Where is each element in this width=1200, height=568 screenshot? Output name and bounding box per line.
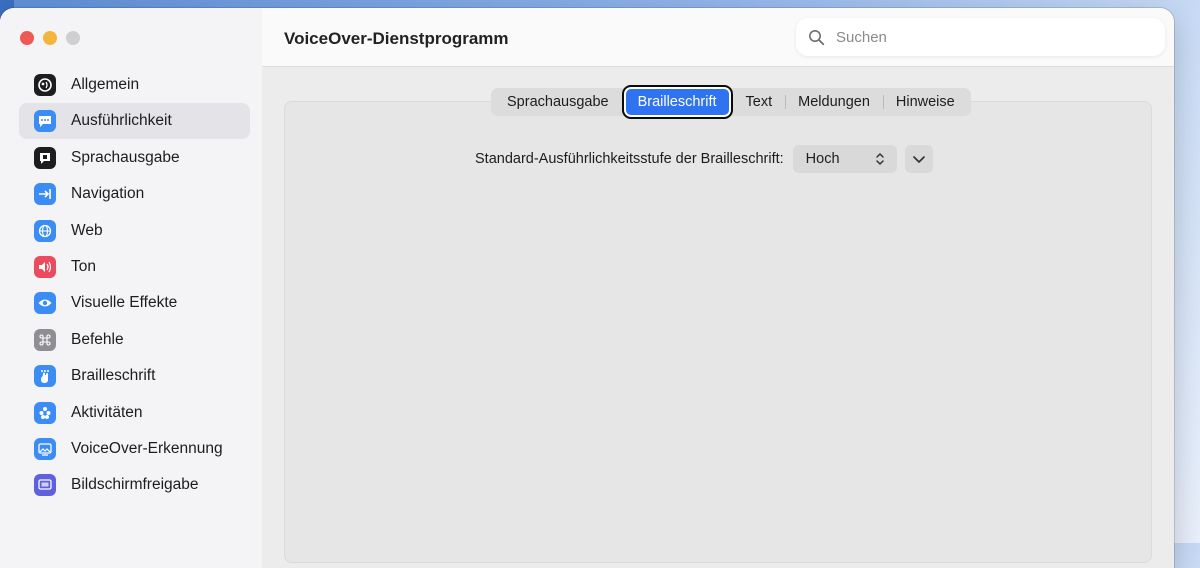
sidebar-item-aktivitaeten[interactable]: Aktivitäten xyxy=(19,395,250,431)
sidebar-item-label: VoiceOver-Erkennung xyxy=(71,439,223,457)
tab-brailleschrift[interactable]: Brailleschrift xyxy=(625,89,729,115)
main-content: Sprachausgabe Brailleschrift Text Meldun… xyxy=(262,67,1174,568)
sidebar-item-label: Brailleschrift xyxy=(71,367,156,385)
sidebar-item-label: Sprachausgabe xyxy=(71,148,180,166)
tab-hinweise[interactable]: Hinweise xyxy=(882,89,968,115)
sidebar-list: Allgemein Ausführlichkeit Sprachausgabe … xyxy=(19,67,250,504)
arrow-right-to-line-icon xyxy=(34,183,56,206)
sidebar-item-brailleschrift[interactable]: Brailleschrift xyxy=(19,358,250,394)
sidebar-item-befehle[interactable]: Befehle xyxy=(19,322,250,358)
braille-hand-icon xyxy=(34,365,56,388)
chevron-down-icon xyxy=(912,156,925,163)
up-down-chevron-icon xyxy=(875,153,884,165)
sidebar-item-label: Ton xyxy=(71,257,96,275)
sidebar-item-sprachausgabe[interactable]: Sprachausgabe xyxy=(19,140,250,176)
globe-icon xyxy=(34,219,56,242)
zoom-button[interactable] xyxy=(66,31,80,45)
sidebar-item-ton[interactable]: Ton xyxy=(19,249,250,285)
sidebar-item-web[interactable]: Web xyxy=(19,213,250,249)
sidebar-item-visuelle-effekte[interactable]: Visuelle Effekte xyxy=(19,285,250,321)
braille-verbosity-label: Standard-Ausführlichkeitsstufe der Brail… xyxy=(475,151,784,167)
command-icon xyxy=(34,328,56,351)
sidebar-item-label: Befehle xyxy=(71,330,124,348)
tab-sprachausgabe[interactable]: Sprachausgabe xyxy=(494,89,622,115)
tab-text[interactable]: Text xyxy=(733,89,786,115)
sidebar-item-label: Web xyxy=(71,221,103,239)
sidebar-item-label: Ausführlichkeit xyxy=(71,112,172,130)
select-value: Hoch xyxy=(805,151,840,167)
search-icon xyxy=(809,29,825,45)
sidebar-item-navigation[interactable]: Navigation xyxy=(19,176,250,212)
speech-bubble-icon xyxy=(34,110,56,133)
tab-bar: Sprachausgabe Brailleschrift Text Meldun… xyxy=(491,88,971,116)
app-window: Allgemein Ausführlichkeit Sprachausgabe … xyxy=(0,8,1174,568)
window-controls xyxy=(20,31,80,45)
window-title: VoiceOver-Dienstprogramm xyxy=(284,29,509,48)
activities-icon xyxy=(34,401,56,424)
speech-icon xyxy=(34,146,56,169)
screen-sharing-icon xyxy=(34,474,56,497)
tab-meldungen[interactable]: Meldungen xyxy=(785,89,883,115)
sidebar-item-label: Bildschirmfreigabe xyxy=(71,476,199,494)
braille-verbosity-row: Standard-Ausführlichkeitsstufe der Brail… xyxy=(475,145,933,173)
recognition-icon xyxy=(34,437,56,460)
disclosure-button[interactable] xyxy=(904,145,933,173)
sidebar-item-ausfuehrlichkeit[interactable]: Ausführlichkeit xyxy=(19,103,250,140)
sidebar-item-label: Allgemein xyxy=(71,76,140,93)
eye-icon xyxy=(34,292,56,315)
title-bar: VoiceOver-Dienstprogramm xyxy=(262,8,1174,67)
braille-verbosity-select[interactable]: Hoch xyxy=(792,145,897,173)
voiceover-icon xyxy=(34,74,56,96)
sidebar-item-label: Aktivitäten xyxy=(71,403,143,421)
search-input[interactable] xyxy=(834,27,1138,47)
minimize-button[interactable] xyxy=(43,31,57,45)
search-field[interactable] xyxy=(796,18,1165,56)
close-button[interactable] xyxy=(20,31,34,45)
sidebar-item-label: Visuelle Effekte xyxy=(71,294,178,312)
sidebar: Allgemein Ausführlichkeit Sprachausgabe … xyxy=(0,8,263,568)
speaker-icon xyxy=(34,255,56,278)
sidebar-item-label: Navigation xyxy=(71,185,145,203)
settings-panel: Sprachausgabe Brailleschrift Text Meldun… xyxy=(284,88,1152,563)
sidebar-item-bildschirmfreigabe[interactable]: Bildschirmfreigabe xyxy=(19,467,250,503)
sidebar-item-allgemein[interactable]: Allgemein xyxy=(19,67,250,103)
sidebar-item-voiceover-erkennung[interactable]: VoiceOver-Erkennung xyxy=(19,431,250,467)
